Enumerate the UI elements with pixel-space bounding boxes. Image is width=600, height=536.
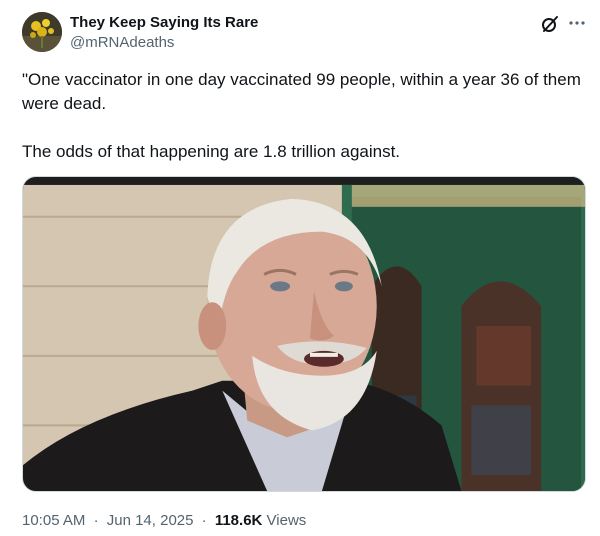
views-label: Views — [266, 512, 307, 529]
grok-icon[interactable] — [540, 14, 560, 34]
video-frame-image — [23, 177, 585, 491]
meta-separator: · — [201, 512, 207, 529]
tweet-paragraph: The odds of that happening are 1.8 trill… — [22, 142, 401, 161]
views-count[interactable]: 118.6K — [215, 512, 263, 529]
meta-separator: · — [93, 512, 99, 529]
tweet-meta: 10:05 AM · Jun 14, 2025 · 118.6K Views — [22, 512, 306, 529]
tweet-date[interactable]: Jun 14, 2025 — [107, 512, 194, 529]
more-icon[interactable] — [566, 12, 588, 34]
author-handle[interactable]: @mRNAdeaths — [70, 34, 174, 51]
avatar-image — [22, 12, 62, 52]
tweet: They Keep Saying Its Rare @mRNAdeaths "O… — [0, 0, 600, 536]
tweet-paragraph: "One vaccinator in one day vaccinated 99… — [22, 70, 581, 113]
avatar[interactable] — [22, 12, 62, 52]
tweet-time[interactable]: 10:05 AM — [22, 512, 85, 529]
video-thumbnail[interactable] — [22, 176, 586, 492]
tweet-text: "One vaccinator in one day vaccinated 99… — [22, 68, 582, 164]
author-display-name[interactable]: They Keep Saying Its Rare — [70, 14, 258, 31]
